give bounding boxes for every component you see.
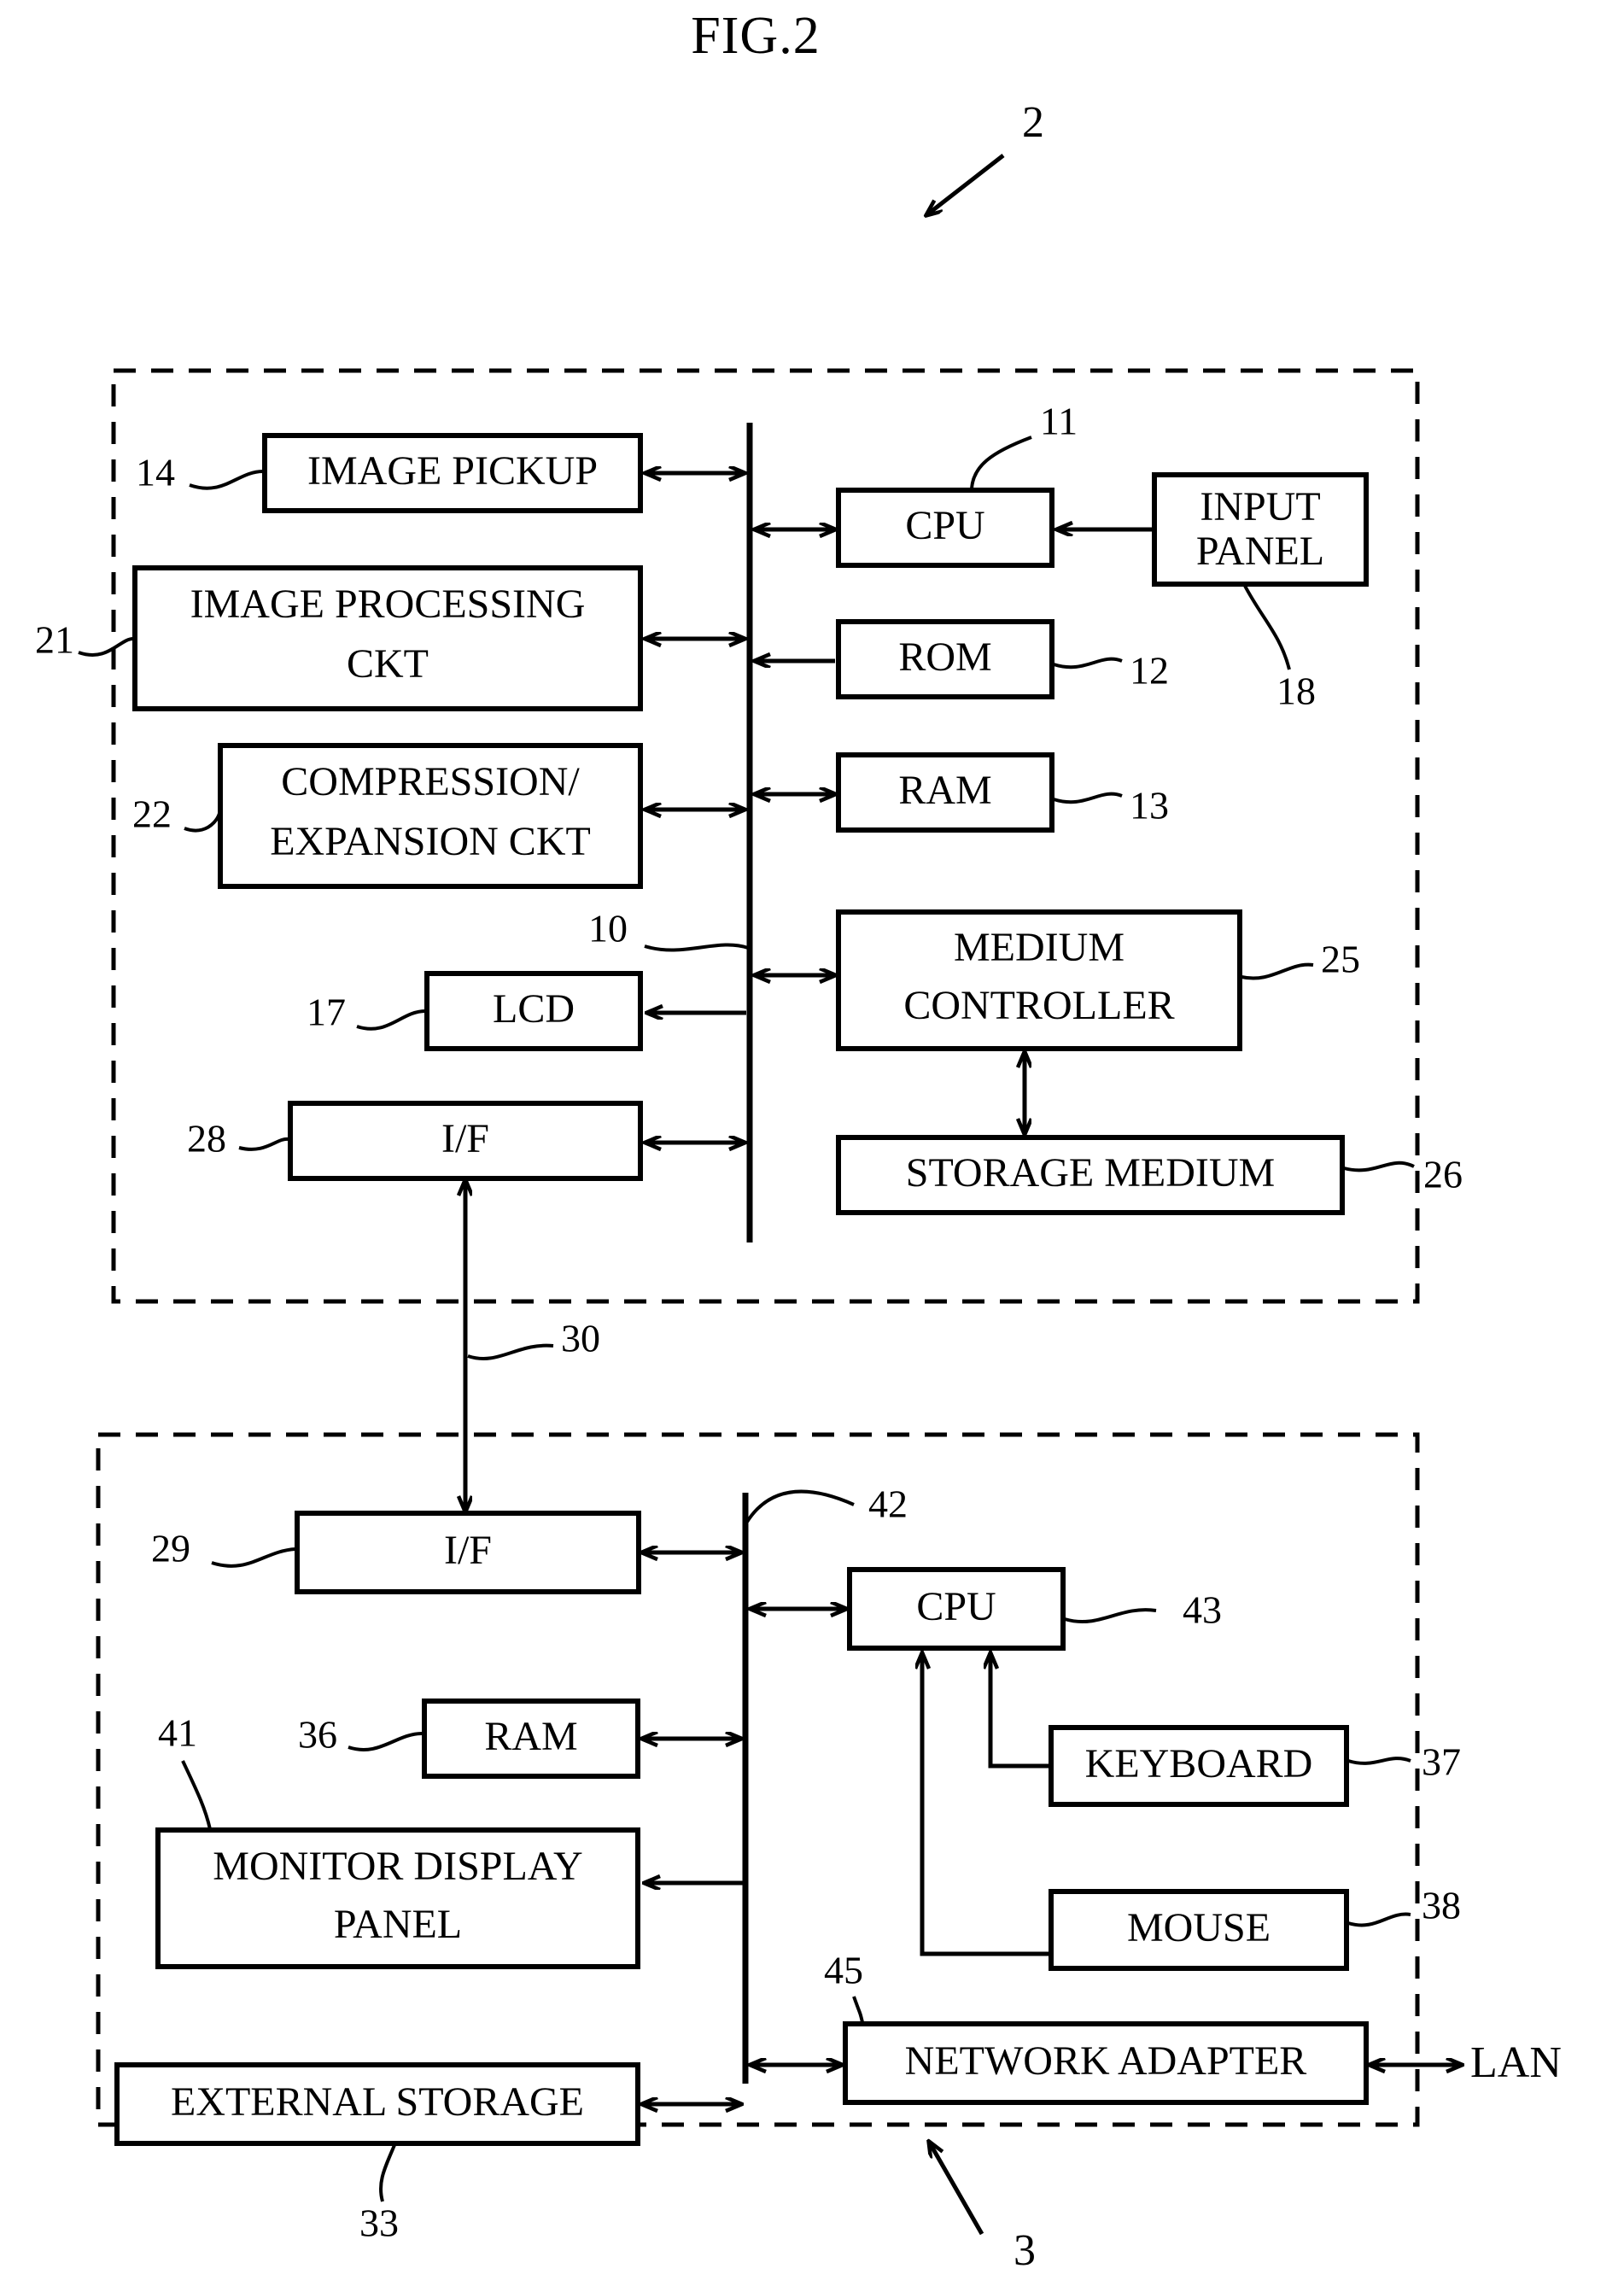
ref-label-45: 45 [824, 1949, 863, 1992]
ref-label-18: 18 [1276, 669, 1316, 713]
ref-label-43: 43 [1183, 1588, 1222, 1632]
ref-label-22: 22 [132, 792, 172, 836]
block-label-input-panel-line2: PANEL [1196, 529, 1324, 574]
ref-leader-42 [745, 1489, 855, 1523]
ref-label-12: 12 [1130, 649, 1169, 693]
ref-leader-26 [1343, 1161, 1415, 1172]
ref-leader-21 [78, 637, 134, 657]
page-title: FIG.2 [691, 7, 820, 65]
ref-leader-45 [852, 1996, 864, 2023]
block-label-monitor-line1: MONITOR DISPLAY [213, 1844, 582, 1889]
block-label-mouse: MOUSE [1127, 1905, 1271, 1950]
lan-label: LAN [1470, 2038, 1562, 2087]
ref-leader-30 [467, 1343, 554, 1361]
block-label-if-upper: I/F [441, 1116, 489, 1161]
ref-label-13: 13 [1130, 784, 1169, 827]
block-label-compression-line1: COMPRESSION/ [281, 759, 580, 804]
ref-leader-22 [184, 808, 222, 833]
ref-label-21: 21 [35, 618, 74, 662]
ref-label-28: 28 [187, 1117, 226, 1161]
block-label-input-panel-line1: INPUT [1200, 484, 1320, 529]
ref-label-2: 2 [1022, 98, 1044, 147]
ref-label-26: 26 [1423, 1153, 1463, 1196]
ref-label-41: 41 [158, 1711, 197, 1755]
ref-leader-12 [1053, 657, 1123, 669]
ref-label-36: 36 [298, 1713, 337, 1757]
block-label-medium-controller-line1: MEDIUM [954, 925, 1125, 970]
block-label-image-processing-line2: CKT [347, 641, 429, 687]
conn-mouse-cpu [922, 1653, 1049, 1956]
conn-keyboard-cpu [990, 1653, 1049, 1769]
ref-leader-41 [181, 1760, 212, 1830]
ref-leader-13 [1053, 792, 1123, 804]
ref-leader-11 [970, 436, 1032, 489]
block-label-cpu-upper: CPU [905, 503, 984, 548]
ref-label-11: 11 [1040, 400, 1078, 443]
block-label-keyboard: KEYBOARD [1085, 1741, 1313, 1786]
ref-label-14: 14 [136, 451, 175, 494]
ref-leader-43 [1064, 1608, 1157, 1624]
ref-label-3: 3 [1014, 2226, 1036, 2275]
block-label-network-adapter: NETWORK ADAPTER [905, 2038, 1307, 2084]
ref-leader-29 [211, 1547, 296, 1568]
ref-label-10: 10 [588, 907, 628, 950]
ref-leader-17 [356, 1009, 426, 1031]
ref-leader-18 [1243, 585, 1291, 670]
block-label-if-lower: I/F [444, 1528, 492, 1573]
block-label-image-pickup: IMAGE PICKUP [307, 448, 598, 494]
ref-label-25: 25 [1321, 938, 1360, 981]
block-label-image-processing-line1: IMAGE PROCESSING [190, 582, 586, 627]
ref-leader-25 [1241, 962, 1314, 980]
block-label-external-storage: EXTERNAL STORAGE [171, 2079, 584, 2125]
block-label-compression-line2: EXPANSION CKT [270, 819, 591, 864]
ref-label-37: 37 [1422, 1740, 1461, 1784]
block-label-monitor-line2: PANEL [334, 1902, 462, 1947]
ref-leader-28 [238, 1137, 289, 1151]
ref-label-33: 33 [359, 2201, 399, 2245]
ref-label-17: 17 [307, 991, 346, 1034]
block-label-storage-medium: STORAGE MEDIUM [906, 1150, 1275, 1196]
ref-leader-14 [189, 470, 264, 490]
block-label-ram-lower: RAM [484, 1714, 577, 1759]
ref-label-29: 29 [151, 1527, 190, 1570]
ref-arrow-2 [926, 154, 1005, 215]
ref-label-38: 38 [1422, 1884, 1461, 1927]
ref-leader-33 [378, 2144, 396, 2202]
block-label-medium-controller-line2: CONTROLLER [903, 983, 1174, 1028]
block-label-ram-upper: RAM [898, 768, 991, 813]
ref-leader-10 [644, 943, 749, 952]
ref-label-42: 42 [868, 1482, 908, 1526]
ref-leader-38 [1347, 1912, 1411, 1927]
ref-label-30: 30 [561, 1317, 600, 1360]
ref-leader-37 [1347, 1757, 1411, 1765]
block-label-rom: ROM [898, 634, 991, 680]
block-label-cpu-lower: CPU [916, 1584, 996, 1629]
block-diagram-svg: FIG.2 2 10 IMAGE PICKUP 14 IMAGE PROCESS… [35, 7, 1562, 2275]
block-label-lcd: LCD [493, 986, 575, 1032]
ref-leader-36 [348, 1732, 423, 1751]
patent-figure: FIG.2 2 10 IMAGE PICKUP 14 IMAGE PROCESS… [0, 0, 1624, 2292]
ref-arrow-3 [929, 2142, 984, 2236]
